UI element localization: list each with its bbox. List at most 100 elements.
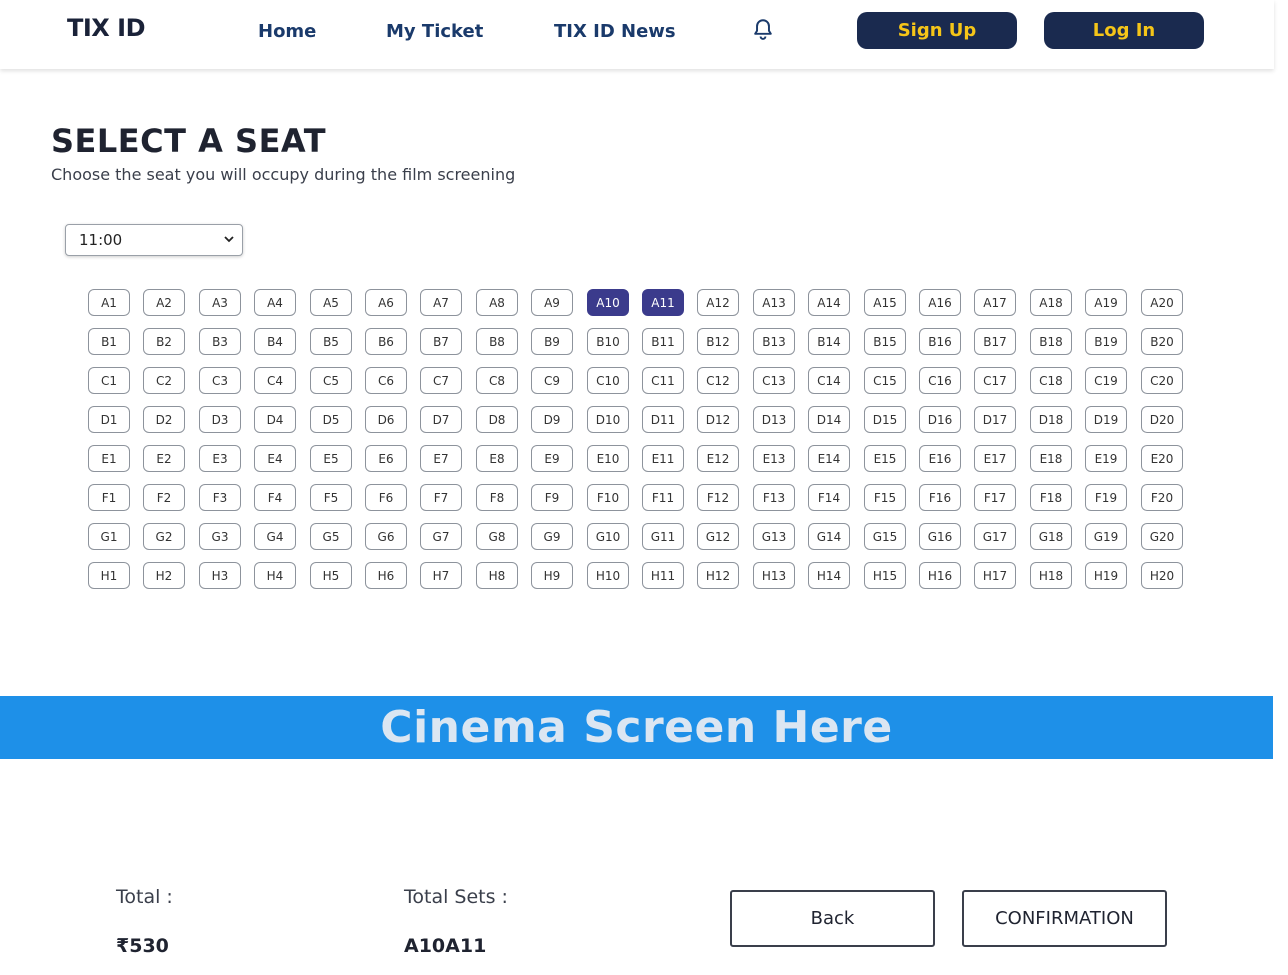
- seat-b19[interactable]: B19: [1085, 328, 1127, 355]
- seat-b4[interactable]: B4: [254, 328, 296, 355]
- seat-c1[interactable]: C1: [88, 367, 130, 394]
- seat-a4[interactable]: A4: [254, 289, 296, 316]
- seat-a13[interactable]: A13: [753, 289, 795, 316]
- seat-d5[interactable]: D5: [310, 406, 352, 433]
- seat-e11[interactable]: E11: [642, 445, 684, 472]
- seat-f19[interactable]: F19: [1085, 484, 1127, 511]
- seat-b5[interactable]: B5: [310, 328, 352, 355]
- seat-c14[interactable]: C14: [808, 367, 850, 394]
- seat-b12[interactable]: B12: [697, 328, 739, 355]
- seat-h20[interactable]: H20: [1141, 562, 1183, 589]
- seat-f11[interactable]: F11: [642, 484, 684, 511]
- seat-d4[interactable]: D4: [254, 406, 296, 433]
- seat-g9[interactable]: G9: [531, 523, 573, 550]
- seat-d9[interactable]: D9: [531, 406, 573, 433]
- seat-b18[interactable]: B18: [1030, 328, 1072, 355]
- seat-a2[interactable]: A2: [143, 289, 185, 316]
- seat-c12[interactable]: C12: [697, 367, 739, 394]
- seat-h14[interactable]: H14: [808, 562, 850, 589]
- seat-b20[interactable]: B20: [1141, 328, 1183, 355]
- seat-a10[interactable]: A10: [587, 289, 629, 316]
- seat-b14[interactable]: B14: [808, 328, 850, 355]
- seat-e7[interactable]: E7: [420, 445, 462, 472]
- seat-f3[interactable]: F3: [199, 484, 241, 511]
- seat-f16[interactable]: F16: [919, 484, 961, 511]
- seat-f17[interactable]: F17: [974, 484, 1016, 511]
- seat-d11[interactable]: D11: [642, 406, 684, 433]
- seat-h17[interactable]: H17: [974, 562, 1016, 589]
- seat-f8[interactable]: F8: [476, 484, 518, 511]
- back-button[interactable]: Back: [730, 890, 935, 947]
- seat-a9[interactable]: A9: [531, 289, 573, 316]
- seat-h10[interactable]: H10: [587, 562, 629, 589]
- seat-b3[interactable]: B3: [199, 328, 241, 355]
- seat-f15[interactable]: F15: [864, 484, 906, 511]
- seat-d8[interactable]: D8: [476, 406, 518, 433]
- seat-c7[interactable]: C7: [420, 367, 462, 394]
- seat-g10[interactable]: G10: [587, 523, 629, 550]
- nav-home-link[interactable]: Home: [258, 21, 316, 42]
- seat-a6[interactable]: A6: [365, 289, 407, 316]
- seat-h2[interactable]: H2: [143, 562, 185, 589]
- seat-c16[interactable]: C16: [919, 367, 961, 394]
- seat-f6[interactable]: F6: [365, 484, 407, 511]
- seat-e17[interactable]: E17: [974, 445, 1016, 472]
- seat-b15[interactable]: B15: [864, 328, 906, 355]
- seat-c19[interactable]: C19: [1085, 367, 1127, 394]
- seat-h16[interactable]: H16: [919, 562, 961, 589]
- seat-b9[interactable]: B9: [531, 328, 573, 355]
- seat-a8[interactable]: A8: [476, 289, 518, 316]
- tix-id-logo[interactable]: TIX ID: [67, 14, 146, 42]
- seat-e19[interactable]: E19: [1085, 445, 1127, 472]
- seat-e10[interactable]: E10: [587, 445, 629, 472]
- showtime-select[interactable]: 11:00: [65, 224, 243, 256]
- seat-d1[interactable]: D1: [88, 406, 130, 433]
- seat-g2[interactable]: G2: [143, 523, 185, 550]
- seat-c2[interactable]: C2: [143, 367, 185, 394]
- seat-d2[interactable]: D2: [143, 406, 185, 433]
- seat-h4[interactable]: H4: [254, 562, 296, 589]
- seat-d12[interactable]: D12: [697, 406, 739, 433]
- seat-a14[interactable]: A14: [808, 289, 850, 316]
- seat-g18[interactable]: G18: [1030, 523, 1072, 550]
- seat-f14[interactable]: F14: [808, 484, 850, 511]
- seat-g19[interactable]: G19: [1085, 523, 1127, 550]
- seat-g14[interactable]: G14: [808, 523, 850, 550]
- seat-e14[interactable]: E14: [808, 445, 850, 472]
- seat-e6[interactable]: E6: [365, 445, 407, 472]
- seat-b13[interactable]: B13: [753, 328, 795, 355]
- seat-b16[interactable]: B16: [919, 328, 961, 355]
- seat-h15[interactable]: H15: [864, 562, 906, 589]
- seat-c11[interactable]: C11: [642, 367, 684, 394]
- seat-g12[interactable]: G12: [697, 523, 739, 550]
- seat-g16[interactable]: G16: [919, 523, 961, 550]
- seat-g6[interactable]: G6: [365, 523, 407, 550]
- seat-d13[interactable]: D13: [753, 406, 795, 433]
- seat-c20[interactable]: C20: [1141, 367, 1183, 394]
- bell-icon[interactable]: [750, 17, 776, 43]
- seat-h8[interactable]: H8: [476, 562, 518, 589]
- seat-b2[interactable]: B2: [143, 328, 185, 355]
- seat-d19[interactable]: D19: [1085, 406, 1127, 433]
- seat-a7[interactable]: A7: [420, 289, 462, 316]
- seat-a15[interactable]: A15: [864, 289, 906, 316]
- confirmation-button[interactable]: CONFIRMATION: [962, 890, 1167, 947]
- seat-g3[interactable]: G3: [199, 523, 241, 550]
- seat-g20[interactable]: G20: [1141, 523, 1183, 550]
- seat-f4[interactable]: F4: [254, 484, 296, 511]
- seat-g7[interactable]: G7: [420, 523, 462, 550]
- seat-b1[interactable]: B1: [88, 328, 130, 355]
- seat-g5[interactable]: G5: [310, 523, 352, 550]
- seat-e12[interactable]: E12: [697, 445, 739, 472]
- seat-a1[interactable]: A1: [88, 289, 130, 316]
- seat-f13[interactable]: F13: [753, 484, 795, 511]
- seat-g15[interactable]: G15: [864, 523, 906, 550]
- seat-g1[interactable]: G1: [88, 523, 130, 550]
- seat-a19[interactable]: A19: [1085, 289, 1127, 316]
- seat-d14[interactable]: D14: [808, 406, 850, 433]
- seat-e1[interactable]: E1: [88, 445, 130, 472]
- nav-my-ticket-link[interactable]: My Ticket: [386, 21, 483, 42]
- seat-e2[interactable]: E2: [143, 445, 185, 472]
- seat-c9[interactable]: C9: [531, 367, 573, 394]
- seat-d3[interactable]: D3: [199, 406, 241, 433]
